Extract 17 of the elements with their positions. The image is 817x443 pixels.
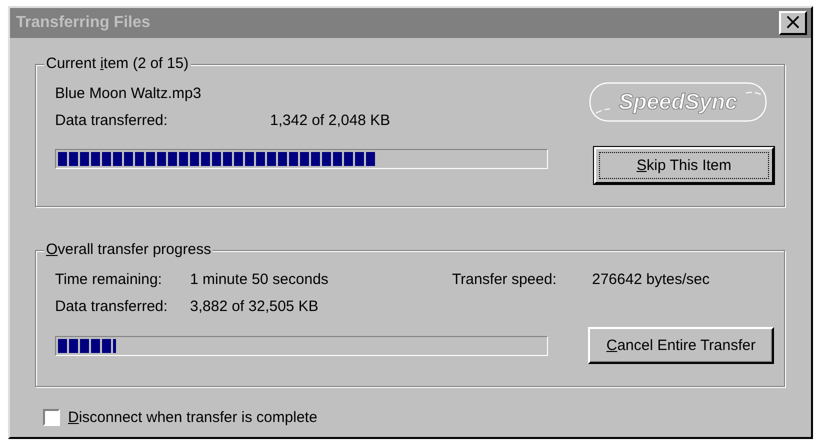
close-button[interactable]: × [779,11,807,35]
checkbox[interactable] [43,409,60,426]
data-label: Data transferred: [55,112,169,129]
group-label: Overall transfer progress [44,241,214,258]
checkbox-label: Disconnect when transfer is complete [68,409,318,426]
cancel-button[interactable]: Cancel Entire Transfer [588,327,774,364]
speed-label: Transfer speed: [452,271,558,288]
speed-value: 276642 bytes/sec [592,271,711,288]
skip-button[interactable]: Skip This Item [594,147,774,184]
group-label: Current item (2 of 15) [44,55,191,72]
time-value: 1 minute 50 seconds [190,271,330,288]
data-value: 3,882 of 32,505 KB [190,298,320,315]
data-label: Data transferred: [55,298,169,315]
time-label: Time remaining: [55,271,163,288]
window-title: Transferring Files [16,14,150,32]
file-name: Blue Moon Waltz.mp3 [55,85,202,102]
data-value: 1,342 of 2,048 KB [270,112,392,129]
